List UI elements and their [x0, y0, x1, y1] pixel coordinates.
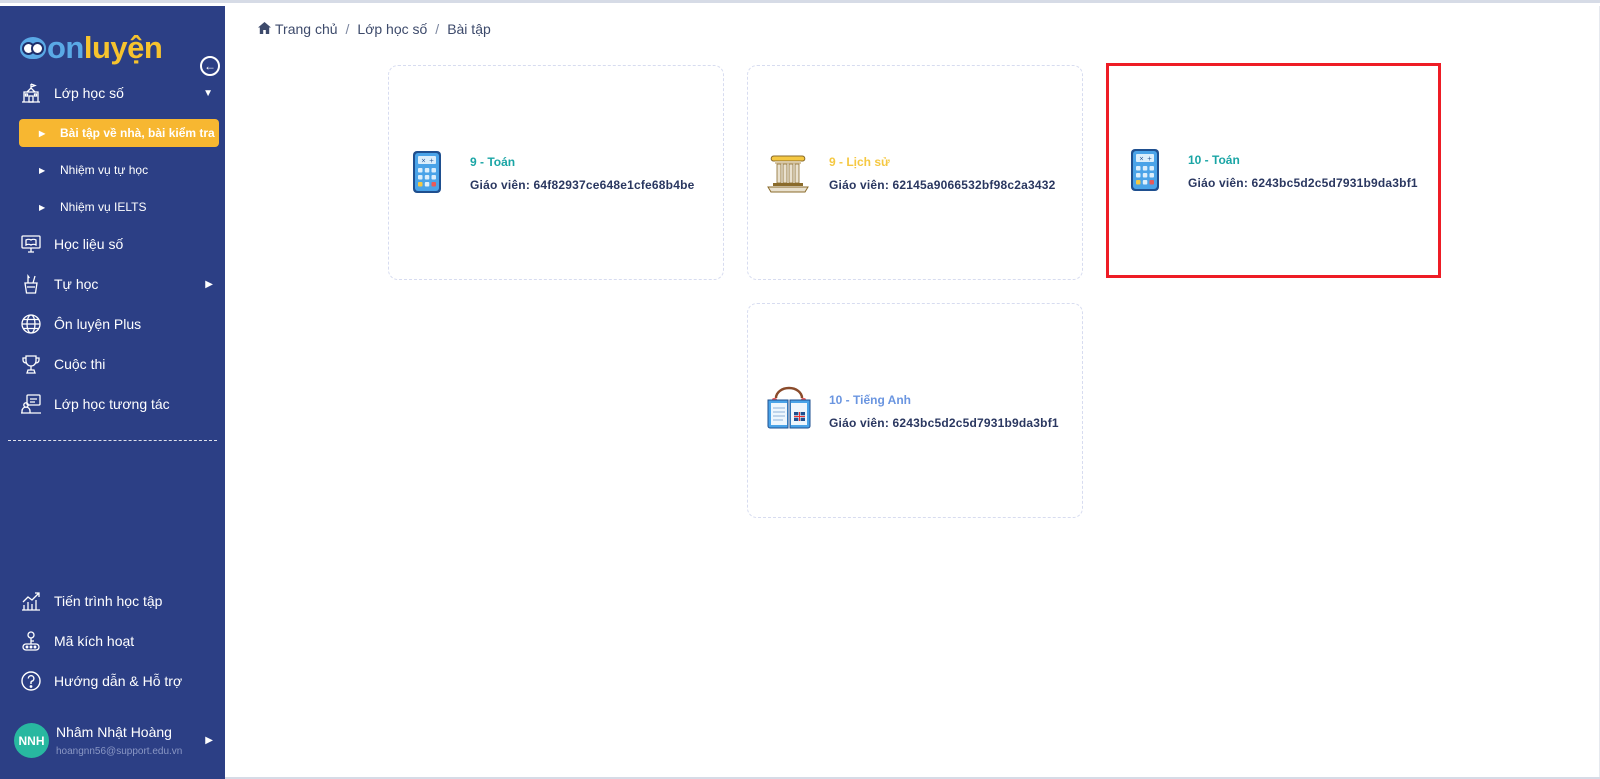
sidebar-item-label: Ôn luyện Plus — [54, 316, 142, 332]
english-book-icon — [766, 386, 812, 430]
user-profile[interactable]: NNH Nhâm Nhật Hoàng hoangnn56@support.ed… — [0, 721, 225, 761]
card-title: 10 - Toán — [1188, 153, 1240, 167]
sidebar-item-label: Tiến trình học tập — [54, 593, 163, 609]
arrow-left-circle-icon[interactable]: ← — [200, 56, 220, 76]
globe-icon — [19, 312, 43, 336]
sidebar-item-tu-hoc[interactable]: Tự học ▶ — [0, 268, 225, 300]
card-teacher: Giáo viên: 64f82937ce648e1cfe68b4be — [470, 178, 695, 192]
sidebar-item-label: Lớp học số — [54, 85, 124, 101]
brand-wordmark: onluyện — [47, 30, 163, 65]
subitem-label: Bài tập về nhà, bài kiểm tra — [60, 126, 215, 140]
trophy-icon — [19, 352, 43, 376]
breadcrumb-lop-hoc-so[interactable]: Lớp học số — [357, 21, 427, 37]
subitem-nhiem-vu-tu-hoc[interactable]: ▶ Nhiệm vụ tự học — [19, 156, 219, 184]
breadcrumb: Trang chủ / Lớp học số / Bài tập — [258, 21, 491, 37]
caret-down-icon: ▼ — [203, 87, 213, 99]
card-teacher: Giáo viên: 62145a9066532bf98c2a3432 — [829, 178, 1056, 192]
class-card-10-tieng-anh[interactable]: 10 - Tiếng Anh Giáo viên: 6243bc5d2c5d79… — [747, 303, 1083, 518]
brand-logo[interactable]: onluyện — [20, 28, 163, 68]
subitem-nhiem-vu-ielts[interactable]: ▶ Nhiệm vụ IELTS — [19, 193, 219, 221]
caret-right-icon: ▶ — [205, 735, 213, 746]
sidebar-item-label: Học liệu số — [54, 236, 124, 252]
breadcrumb-home[interactable]: Trang chủ — [275, 21, 338, 37]
home-icon — [258, 21, 271, 37]
calculator-icon: × + — [1125, 148, 1165, 192]
card-title: 9 - Toán — [470, 155, 516, 169]
history-column-icon — [766, 150, 809, 194]
owl-logo-icon — [20, 37, 46, 59]
sidebar-item-huong-dan[interactable]: Hướng dẫn & Hỗ trợ — [0, 665, 225, 697]
sidebar: onluyện ← Lớp học số ▼ ▶ Bài tập về nhà,… — [0, 6, 225, 779]
monitor-book-icon — [19, 232, 43, 256]
help-circle-icon — [19, 669, 43, 693]
sidebar-item-tien-trinh[interactable]: Tiến trình học tập — [0, 585, 225, 617]
user-email: hoangnn56@support.edu.vn — [56, 746, 183, 757]
sidebar-item-label: Cuộc thi — [54, 356, 106, 372]
class-card-9-lich-su[interactable]: 9 - Lịch sử Giáo viên: 62145a9066532bf98… — [747, 65, 1083, 280]
calculator-icon: × + — [407, 150, 447, 194]
sidebar-item-cuoc-thi[interactable]: Cuộc thi — [0, 348, 225, 380]
subitem-label: Nhiệm vụ tự học — [60, 163, 149, 177]
school-building-icon — [19, 81, 43, 105]
user-name: Nhâm Nhật Hoàng — [56, 724, 172, 740]
triangle-right-icon: ▶ — [39, 165, 46, 175]
sidebar-item-lop-hoc-tuong-tac[interactable]: Lớp học tương tác — [0, 388, 225, 420]
subitem-bai-tap[interactable]: ▶ Bài tập về nhà, bài kiểm tra — [19, 119, 219, 147]
subitem-label: Nhiệm vụ IELTS — [60, 200, 147, 214]
breadcrumb-separator: / — [345, 21, 350, 37]
app-frame: onluyện ← Lớp học số ▼ ▶ Bài tập về nhà,… — [0, 0, 1600, 779]
chart-growth-icon — [19, 589, 43, 613]
interactive-class-icon — [19, 392, 43, 416]
triangle-right-icon: ▶ — [39, 202, 46, 212]
breadcrumb-current: Bài tập — [447, 21, 491, 37]
class-card-10-toan[interactable]: × + 10 - Toán Giáo viên: 6243bc5d2c5d7931… — [1106, 63, 1441, 278]
sidebar-item-hoc-lieu-so[interactable]: Học liệu số — [0, 228, 225, 260]
sidebar-item-label: Tự học — [54, 276, 99, 292]
activation-key-icon — [19, 629, 43, 653]
card-teacher: Giáo viên: 6243bc5d2c5d7931b9da3bf1 — [1188, 176, 1418, 190]
sidebar-item-label: Hướng dẫn & Hỗ trợ — [54, 673, 183, 689]
svg-text:×: × — [1139, 156, 1144, 163]
svg-text:+: + — [1147, 156, 1152, 163]
card-title: 9 - Lịch sử — [829, 155, 890, 169]
avatar: NNH — [14, 723, 49, 758]
triangle-right-icon: ▶ — [39, 128, 46, 138]
card-teacher: Giáo viên: 6243bc5d2c5d7931b9da3bf1 — [829, 416, 1059, 430]
sidebar-item-on-luyen-plus[interactable]: Ôn luyện Plus — [0, 308, 225, 340]
sidebar-item-lop-hoc-so[interactable]: Lớp học số ▼ — [0, 77, 225, 109]
caret-right-icon: ▶ — [205, 278, 213, 290]
breadcrumb-separator: / — [435, 21, 440, 37]
sidebar-item-ma-kich-hoat[interactable]: Mã kích hoạt — [0, 625, 225, 657]
sidebar-divider — [8, 440, 217, 441]
svg-text:+: + — [429, 158, 434, 165]
svg-text:×: × — [421, 158, 426, 165]
pencil-cup-icon — [19, 272, 43, 296]
sidebar-item-label: Lớp học tương tác — [54, 396, 170, 412]
sidebar-item-label: Mã kích hoạt — [54, 633, 135, 649]
class-card-9-toan[interactable]: × + 9 - Toán Giáo viên: 64f82937ce648e1cf… — [388, 65, 724, 280]
card-title: 10 - Tiếng Anh — [829, 393, 912, 407]
